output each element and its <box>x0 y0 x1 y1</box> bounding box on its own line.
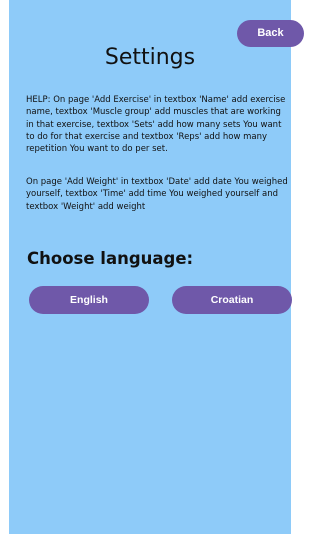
choose-language-heading: Choose language: <box>27 249 194 268</box>
settings-screen: Back Settings HELP: On page 'Add Exercis… <box>9 0 304 534</box>
page-title: Settings <box>104 45 196 70</box>
help-text-exercise: HELP: On page 'Add Exercise' in textbox … <box>26 95 286 155</box>
back-button[interactable]: Back <box>237 20 304 47</box>
english-button[interactable]: English <box>29 286 149 314</box>
help-text-weight: On page 'Add Weight' in textbox 'Date' a… <box>26 177 288 212</box>
croatian-button[interactable]: Croatian <box>172 286 292 314</box>
